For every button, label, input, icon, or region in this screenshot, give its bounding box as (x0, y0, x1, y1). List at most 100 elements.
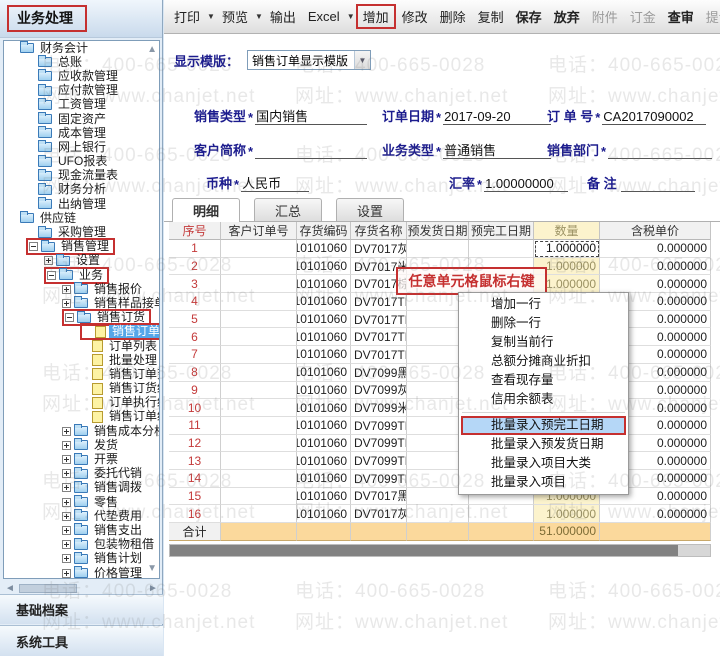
sidebar-item-总账[interactable]: 总账 (4, 55, 159, 69)
column-header-预发货日期[interactable]: 预发货日期 (407, 222, 469, 240)
table-row[interactable]: 1210101060DV7099TP灰1.0000000.000000 (169, 435, 711, 453)
row-no-cell[interactable]: 8 (169, 364, 221, 382)
scroll-left-icon[interactable]: ◄ (3, 583, 17, 594)
table-row[interactable]: 110101060DV7017灰色1.0000000.000000 (169, 240, 711, 258)
inventory-name-cell[interactable]: DV7099TP灰 (351, 435, 407, 453)
menu-item-信用余额表[interactable]: 信用余额表 (459, 390, 628, 409)
sidebar-item-固定资产[interactable]: 固定资产 (4, 112, 159, 126)
inventory-name-cell[interactable]: DV7017TP灰 (351, 311, 407, 329)
table-row[interactable]: 1510101060DV7017黑色1.0000000.000000 (169, 488, 711, 506)
customer-input[interactable] (255, 142, 367, 159)
row-no-cell[interactable]: 10 (169, 399, 221, 417)
table-row[interactable]: 810101060DV7099黑色1.0000000.000000 (169, 364, 711, 382)
customer-order-cell[interactable] (221, 399, 297, 417)
expand-icon[interactable] (62, 569, 71, 578)
sidebar-item-批量处理[interactable]: 批量处理 (4, 353, 159, 367)
inventory-code-cell[interactable]: 10101060 (297, 293, 351, 311)
inventory-name-cell[interactable]: DV7017灰色 (351, 240, 407, 258)
sidebar-item-订单执行统计[interactable]: 订单执行统计 (4, 396, 159, 410)
inventory-code-cell[interactable]: 10101060 (297, 258, 351, 276)
expand-icon[interactable] (44, 256, 53, 265)
customer-order-cell[interactable] (221, 382, 297, 400)
expand-icon[interactable] (62, 554, 71, 563)
sidebar-item-价格管理[interactable]: 价格管理 (4, 566, 159, 579)
column-header-客户订单号[interactable]: 客户订单号 (221, 222, 297, 240)
inventory-code-cell[interactable]: 10101060 (297, 311, 351, 329)
toolbar-button-附件[interactable]: 附件 (586, 4, 624, 29)
biz-type-input[interactable]: 普通销售 (443, 142, 551, 159)
expand-icon[interactable] (62, 441, 71, 450)
sidebar-item-应收款管理[interactable]: 应收款管理 (4, 69, 159, 83)
sidebar-item-销售调拨[interactable]: 销售调拨 (4, 481, 159, 495)
row-no-cell[interactable]: 13 (169, 452, 221, 470)
tax-price-cell[interactable]: 0.000000 (600, 258, 711, 276)
column-header-序号[interactable]: 序号 (169, 222, 221, 240)
table-row[interactable]: 710101060DV7017TP棕1.0000000.000000 (169, 346, 711, 364)
column-header-存货编码[interactable]: 存货编码 (297, 222, 351, 240)
inventory-name-cell[interactable]: DV7017TP米 (351, 328, 407, 346)
column-header-数量[interactable]: 数量 (534, 222, 600, 240)
customer-order-cell[interactable] (221, 470, 297, 488)
customer-order-cell[interactable] (221, 275, 297, 293)
inventory-code-cell[interactable]: 10101060 (297, 399, 351, 417)
sidebar-item-销售管理[interactable]: 销售管理 (4, 240, 159, 254)
tax-price-cell[interactable]: 0.000000 (600, 505, 711, 523)
row-no-cell[interactable]: 4 (169, 293, 221, 311)
panel-system-tools[interactable]: 系统工具 (0, 625, 163, 656)
sidebar-item-开票[interactable]: 开票 (4, 452, 159, 466)
hscroll-thumb[interactable] (19, 584, 77, 593)
sidebar-item-成本管理[interactable]: 成本管理 (4, 126, 159, 140)
quantity-cell[interactable]: 1.000000 (534, 505, 600, 523)
collapse-icon[interactable] (47, 271, 56, 280)
sidebar-item-业务[interactable]: 业务 (4, 268, 159, 282)
row-no-cell[interactable]: 2 (169, 258, 221, 276)
inventory-code-cell[interactable]: 10101060 (297, 470, 351, 488)
chevron-down-icon[interactable]: ▼ (347, 12, 355, 21)
sidebar-item-财务分析[interactable]: 财务分析 (4, 183, 159, 197)
toolbar-button-删除[interactable]: 删除 (434, 4, 472, 29)
toolbar-button-保存[interactable]: 保存 (510, 4, 548, 29)
table-row[interactable]: 1310101060DV7099TP米1.0000000.000000 (169, 452, 711, 470)
expand-icon[interactable] (62, 427, 71, 436)
row-no-cell[interactable]: 7 (169, 346, 221, 364)
tab-明细[interactable]: 明细 (172, 198, 240, 222)
sidebar-item-供应链[interactable]: 供应链 (4, 211, 159, 225)
tree-scroll-up-icon[interactable]: ▲ (147, 45, 157, 55)
inventory-code-cell[interactable]: 10101060 (297, 346, 351, 364)
row-no-cell[interactable]: 9 (169, 382, 221, 400)
customer-order-cell[interactable] (221, 488, 297, 506)
customer-order-cell[interactable] (221, 505, 297, 523)
hscroll-thumb[interactable] (170, 545, 678, 556)
customer-order-cell[interactable] (221, 452, 297, 470)
pre-ship-date-cell[interactable] (407, 505, 469, 523)
row-no-cell[interactable]: 5 (169, 311, 221, 329)
menu-item-批量录入预完工日期[interactable]: 批量录入预完工日期 (461, 416, 626, 435)
sidebar-item-销售订单统计[interactable]: 销售订单统计 (4, 410, 159, 424)
toolbar-button-Excel[interactable]: Excel (302, 6, 346, 27)
customer-order-cell[interactable] (221, 435, 297, 453)
sidebar-item-包装物租借[interactable]: 包装物租借 (4, 538, 159, 552)
inventory-name-cell[interactable]: DV7099TP米 (351, 452, 407, 470)
column-header-含税单价[interactable]: 含税单价 (600, 222, 711, 240)
toolbar-button-预览[interactable]: 预览 (216, 4, 254, 29)
inventory-name-cell[interactable]: DV7099米色 (351, 399, 407, 417)
inventory-code-cell[interactable]: 10101060 (297, 488, 351, 506)
chevron-down-icon[interactable]: ▼ (354, 51, 370, 69)
inventory-code-cell[interactable]: 10101060 (297, 417, 351, 435)
expand-icon[interactable] (62, 455, 71, 464)
menu-item-批量录入项目大类[interactable]: 批量录入项目大类 (459, 454, 628, 473)
inventory-code-cell[interactable]: 10101060 (297, 364, 351, 382)
row-no-cell[interactable]: 11 (169, 417, 221, 435)
customer-order-cell[interactable] (221, 346, 297, 364)
toolbar-button-提请[interactable]: 提请 (700, 4, 720, 29)
tax-price-cell[interactable]: 0.000000 (600, 240, 711, 258)
expand-icon[interactable] (62, 540, 71, 549)
sidebar-item-委托代销[interactable]: 委托代销 (4, 467, 159, 481)
row-no-cell[interactable]: 3 (169, 275, 221, 293)
sidebar-item-发货[interactable]: 发货 (4, 438, 159, 452)
inventory-code-cell[interactable]: 10101060 (297, 240, 351, 258)
quantity-cell[interactable]: 1.000000 (534, 240, 600, 258)
expand-icon[interactable] (62, 469, 71, 478)
display-template-select[interactable]: 销售订单显示模版 ▼ (247, 50, 371, 70)
sidebar-item-销售订单[interactable]: 销售订单 (4, 325, 159, 339)
